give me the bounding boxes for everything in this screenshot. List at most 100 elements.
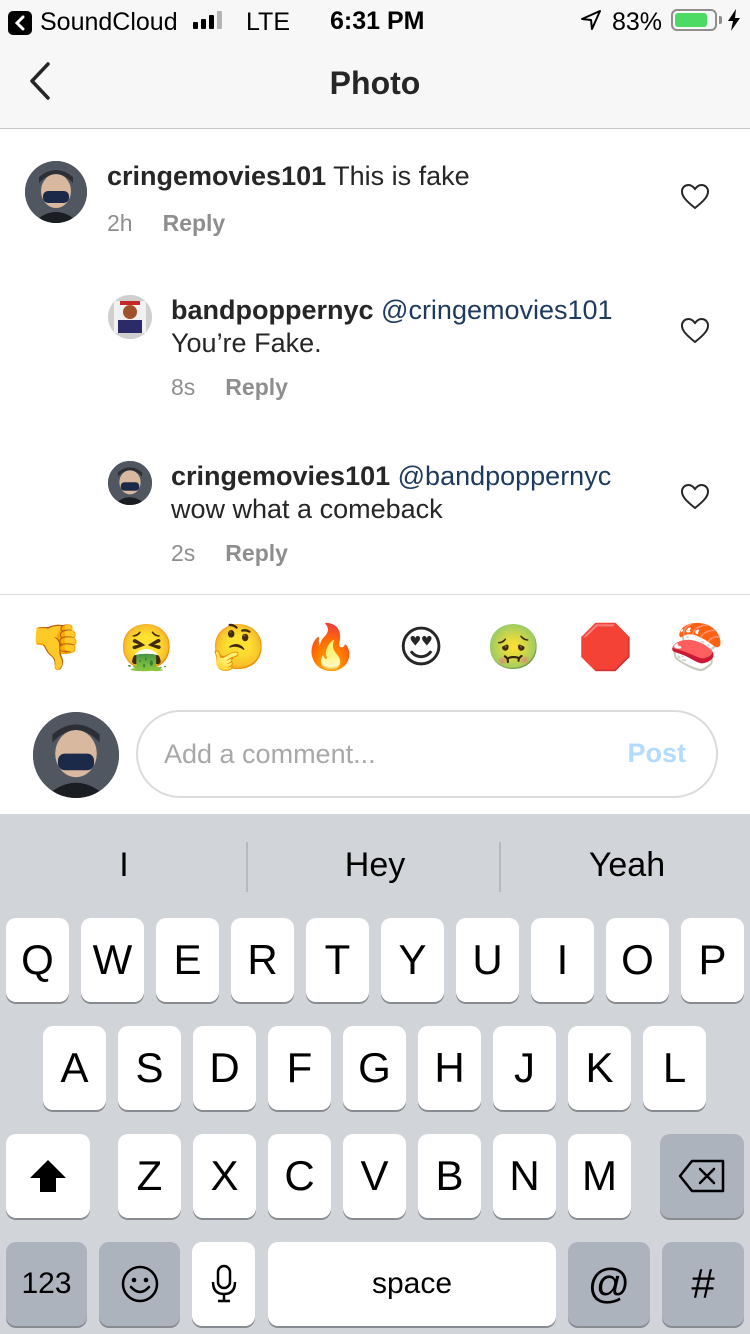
key-e[interactable]: E <box>156 918 219 1002</box>
key-y[interactable]: Y <box>381 918 444 1002</box>
comment-time: 2s <box>171 540 196 566</box>
comment-input[interactable] <box>164 712 604 796</box>
heart-icon[interactable] <box>680 317 710 344</box>
thumbs-down-emoji[interactable]: 👎 <box>28 622 83 674</box>
nauseated-face-emoji[interactable]: 🤢 <box>486 622 541 674</box>
key-h[interactable]: H <box>418 1026 481 1110</box>
key-t[interactable]: T <box>306 918 369 1002</box>
comment-meta: 2s Reply <box>171 540 288 567</box>
dictation-key[interactable] <box>192 1242 255 1326</box>
suggestion-3[interactable]: Yeah <box>503 846 750 885</box>
suggestion-divider <box>499 842 501 892</box>
battery-tip <box>719 16 722 24</box>
comment-text: bandpoppernyc @cringemovies101 You’re Fa… <box>171 294 671 360</box>
comment-mention[interactable]: @bandpoppernyc <box>398 461 612 491</box>
reply-button[interactable]: Reply <box>163 210 226 236</box>
at-key[interactable]: @ <box>568 1242 650 1326</box>
thinking-face-emoji[interactable]: 🤔 <box>211 622 266 674</box>
reply-button[interactable]: Reply <box>225 540 288 566</box>
key-j[interactable]: J <box>493 1026 556 1110</box>
emoji-quick-bar: 👎 🤮 🤔 🔥 😍 🤢 🛑 🍣 <box>0 600 750 700</box>
keyboard: I Hey Yeah Q W E R T Y U I O P A S D F G… <box>0 814 750 1334</box>
location-icon <box>580 9 602 38</box>
stop-sign-emoji[interactable]: 🛑 <box>578 622 633 674</box>
space-key[interactable]: space <box>268 1242 556 1326</box>
sushi-emoji[interactable]: 🍣 <box>669 622 724 674</box>
back-arrow-icon <box>8 10 32 35</box>
comment-body: You’re Fake. <box>171 328 322 358</box>
key-p[interactable]: P <box>681 918 744 1002</box>
smiley-icon <box>121 1265 158 1303</box>
key-s[interactable]: S <box>118 1026 181 1110</box>
suggestion-1[interactable]: I <box>0 846 248 885</box>
key-f[interactable]: F <box>268 1026 331 1110</box>
comment-text: cringemovies101 This is fake <box>107 160 667 193</box>
comment-mention[interactable]: @cringemovies101 <box>381 295 613 325</box>
heart-icon[interactable] <box>680 183 710 210</box>
key-o[interactable]: O <box>606 918 669 1002</box>
numbers-key[interactable]: 123 <box>6 1242 87 1326</box>
hash-key[interactable]: # <box>662 1242 744 1326</box>
comment-item: bandpoppernyc @cringemovies101 You’re Fa… <box>0 294 750 414</box>
comment-time: 8s <box>171 374 196 400</box>
key-b[interactable]: B <box>418 1134 481 1218</box>
battery-percent: 83% <box>612 8 663 36</box>
reply-button[interactable]: Reply <box>225 374 288 400</box>
comment-username[interactable]: cringemovies101 <box>107 161 326 191</box>
comment-time: 2h <box>107 210 133 236</box>
heart-icon[interactable] <box>680 483 710 510</box>
suggestion-2[interactable]: Hey <box>251 846 499 885</box>
avatar[interactable] <box>25 161 87 223</box>
shift-icon <box>30 1160 66 1192</box>
key-m[interactable]: M <box>568 1134 631 1218</box>
key-d[interactable]: D <box>193 1026 256 1110</box>
comment-body: This is fake <box>326 161 470 191</box>
comment-item: cringemovies101 @bandpoppernyc wow what … <box>0 460 750 580</box>
suggestion-divider <box>246 842 248 892</box>
comment-meta: 8s Reply <box>171 374 288 401</box>
shift-key[interactable] <box>6 1134 90 1218</box>
key-u[interactable]: U <box>456 918 519 1002</box>
key-k[interactable]: K <box>568 1026 631 1110</box>
backspace-icon <box>678 1159 725 1193</box>
key-a[interactable]: A <box>43 1026 106 1110</box>
avatar[interactable] <box>108 295 152 339</box>
key-i[interactable]: I <box>531 918 594 1002</box>
back-app-label: SoundCloud <box>40 8 178 36</box>
status-bar: SoundCloud LTE 6:31 PM 83% <box>0 0 750 40</box>
comment-username[interactable]: cringemovies101 <box>171 461 390 491</box>
back-to-app-button[interactable]: SoundCloud <box>8 8 178 37</box>
heart-eyes-emoji[interactable]: 😍 <box>395 622 447 674</box>
post-button[interactable]: Post <box>627 738 686 769</box>
key-c[interactable]: C <box>268 1134 331 1218</box>
divider <box>0 594 750 595</box>
key-x[interactable]: X <box>193 1134 256 1218</box>
comment-body: wow what a comeback <box>171 494 443 524</box>
avatar <box>33 712 119 798</box>
avatar[interactable] <box>108 461 152 505</box>
key-l[interactable]: L <box>643 1026 706 1110</box>
carrier-label: LTE <box>246 8 290 36</box>
key-g[interactable]: G <box>343 1026 406 1110</box>
comment-composer: Post <box>136 710 718 798</box>
charging-bolt-icon <box>727 9 741 38</box>
comment-text: cringemovies101 @bandpoppernyc wow what … <box>171 460 671 526</box>
key-n[interactable]: N <box>493 1134 556 1218</box>
backspace-key[interactable] <box>660 1134 744 1218</box>
battery-icon <box>671 9 717 31</box>
signal-icon <box>193 11 222 29</box>
key-z[interactable]: Z <box>118 1134 181 1218</box>
battery-level <box>675 13 707 27</box>
emoji-keyboard-key[interactable] <box>99 1242 180 1326</box>
comment-username[interactable]: bandpoppernyc <box>171 295 374 325</box>
microphone-icon <box>211 1264 236 1303</box>
comment-meta: 2h Reply <box>107 210 225 237</box>
vomiting-face-emoji[interactable]: 🤮 <box>119 622 174 674</box>
key-w[interactable]: W <box>81 918 144 1002</box>
key-q[interactable]: Q <box>6 918 69 1002</box>
page-title: Photo <box>329 65 421 101</box>
key-r[interactable]: R <box>231 918 294 1002</box>
fire-emoji[interactable]: 🔥 <box>303 622 358 674</box>
predictive-bar: I Hey Yeah <box>0 814 750 918</box>
key-v[interactable]: V <box>343 1134 406 1218</box>
